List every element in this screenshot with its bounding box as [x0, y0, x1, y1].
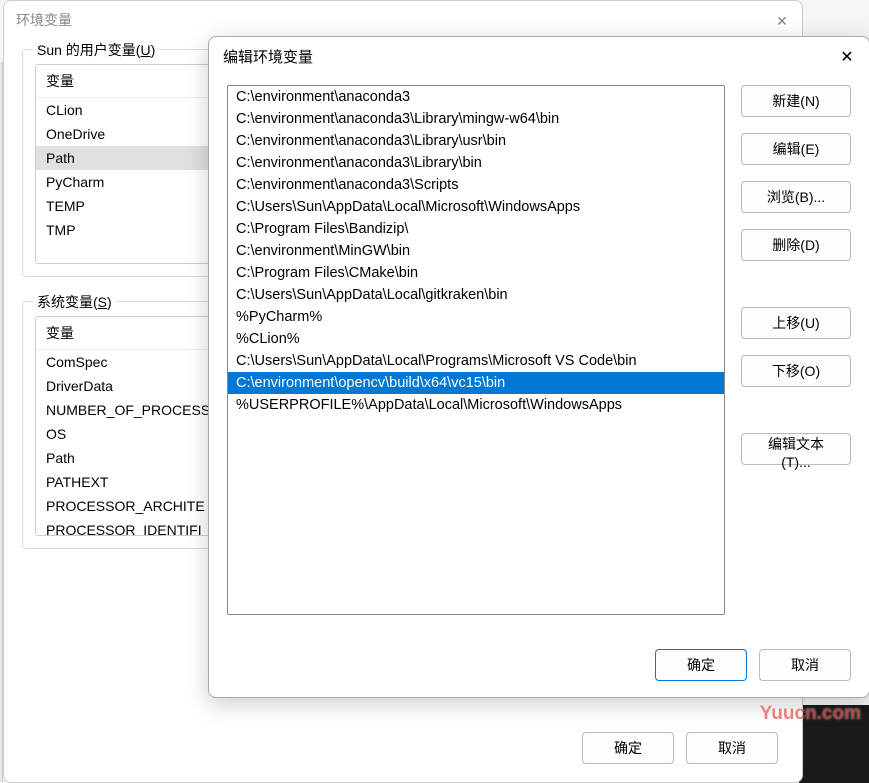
ok-button[interactable]: 确定 — [582, 732, 674, 764]
path-item[interactable]: C:\Users\Sun\AppData\Local\Programs\Micr… — [228, 350, 724, 372]
user-vars-label: Sun 的用户变量(U) — [33, 40, 159, 60]
background-strip — [799, 705, 869, 783]
cancel-button[interactable]: 取消 — [759, 649, 851, 681]
browse-button[interactable]: 浏览(B)... — [741, 181, 851, 213]
close-icon[interactable]: ✕ — [768, 7, 796, 35]
close-icon[interactable]: ✕ — [835, 45, 859, 69]
path-item[interactable]: C:\environment\opencv\build\x64\vc15\bin — [228, 372, 724, 394]
edit-env-var-title: 编辑环境变量 — [223, 46, 313, 67]
env-vars-title: 环境变量 — [16, 10, 72, 30]
path-item[interactable]: %CLion% — [228, 328, 724, 350]
system-vars-label: 系统变量(S) — [33, 292, 116, 312]
back-bottom-buttons: 确定 取消 — [582, 732, 778, 764]
path-item[interactable]: C:\environment\anaconda3 — [228, 86, 724, 108]
ok-button[interactable]: 确定 — [655, 649, 747, 681]
edit-button[interactable]: 编辑(E) — [741, 133, 851, 165]
edit-env-var-titlebar: 编辑环境变量 — [209, 37, 869, 75]
path-item[interactable]: C:\Users\Sun\AppData\Local\Microsoft\Win… — [228, 196, 724, 218]
env-vars-titlebar: 环境变量 — [4, 1, 802, 39]
path-item[interactable]: C:\environment\MinGW\bin — [228, 240, 724, 262]
path-item[interactable]: %PyCharm% — [228, 306, 724, 328]
path-item[interactable]: %USERPROFILE%\AppData\Local\Microsoft\Wi… — [228, 394, 724, 416]
path-item[interactable]: C:\environment\anaconda3\Library\bin — [228, 152, 724, 174]
path-item[interactable]: C:\environment\anaconda3\Library\mingw-w… — [228, 108, 724, 130]
move-up-button[interactable]: 上移(U) — [741, 307, 851, 339]
edit-text-button[interactable]: 编辑文本(T)... — [741, 433, 851, 465]
path-list[interactable]: C:\environment\anaconda3C:\environment\a… — [227, 85, 725, 615]
edit-env-var-window: 编辑环境变量 ✕ C:\environment\anaconda3C:\envi… — [208, 36, 869, 698]
path-item[interactable]: C:\Program Files\CMake\bin — [228, 262, 724, 284]
front-bottom-buttons: 确定 取消 — [655, 649, 851, 681]
path-item[interactable]: C:\Users\Sun\AppData\Local\gitkraken\bin — [228, 284, 724, 306]
cancel-button[interactable]: 取消 — [686, 732, 778, 764]
path-item[interactable]: C:\environment\anaconda3\Scripts — [228, 174, 724, 196]
path-item[interactable]: C:\environment\anaconda3\Library\usr\bin — [228, 130, 724, 152]
delete-button[interactable]: 删除(D) — [741, 229, 851, 261]
new-button[interactable]: 新建(N) — [741, 85, 851, 117]
move-down-button[interactable]: 下移(O) — [741, 355, 851, 387]
side-buttons: 新建(N) 编辑(E) 浏览(B)... 删除(D) 上移(U) 下移(O) 编… — [741, 85, 851, 679]
path-item[interactable]: C:\Program Files\Bandizip\ — [228, 218, 724, 240]
